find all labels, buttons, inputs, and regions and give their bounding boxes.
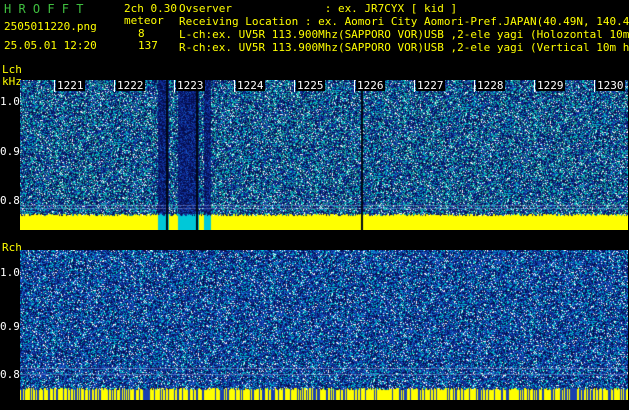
lch-spectrogram-canvas: [20, 80, 628, 230]
time-tick: [594, 80, 595, 92]
lch-info: L-ch:ex. UV5R 113.900Mhz(SAPPORO VOR)USB…: [179, 28, 629, 41]
datetime-label: 25.05.01 12:20: [4, 39, 97, 52]
event-label: meteor: [124, 14, 164, 27]
observer-info: Ovserver : ex. JR7CYX [ kid ]: [179, 2, 458, 15]
time-label: 1225: [296, 80, 325, 92]
filename-label: 2505011220.png: [4, 20, 97, 33]
time-label: 1226: [356, 80, 385, 92]
time-tick: [114, 80, 115, 92]
time-tick: [474, 80, 475, 92]
time-label: 1230: [596, 80, 625, 92]
rch-spectrogram[interactable]: [20, 250, 628, 400]
lch-tick-0-8: 0.8: [0, 194, 20, 207]
time-tick: [174, 80, 175, 92]
time-tick: [294, 80, 295, 92]
lch-tick-1-0: 1.0: [0, 95, 20, 108]
rch-tick-1-0: 1.0: [0, 266, 20, 279]
spectrogram-window: { "header": { "title": "H R O F F T", "m…: [0, 0, 629, 410]
time-tick: [234, 80, 235, 92]
lch-tick-0-9: 0.9: [0, 145, 20, 158]
time-label: 1228: [476, 80, 505, 92]
rch-tick-0-9: 0.9: [0, 320, 20, 333]
time-label: 1227: [416, 80, 445, 92]
time-tick: [414, 80, 415, 92]
time-label: 1229: [536, 80, 565, 92]
app-title: H R O F F T: [4, 2, 84, 16]
time-label: 1224: [236, 80, 265, 92]
rch-info: R-ch:ex. UV5R 113.900Mhz(SAPPORO VOR)USB…: [179, 41, 629, 54]
rch-spectrogram-canvas: [20, 250, 628, 400]
time-label: 1221: [56, 80, 85, 92]
time-label: 1222: [116, 80, 145, 92]
count-rch: 137: [138, 39, 158, 52]
location-info: Receiving Location : ex. Aomori City Aom…: [179, 15, 629, 28]
rch-tick-0-8: 0.8: [0, 368, 20, 381]
rch-label: Rch: [2, 241, 22, 254]
time-tick: [54, 80, 55, 92]
time-tick: [354, 80, 355, 92]
time-tick: [534, 80, 535, 92]
lch-unit: kHz: [2, 75, 22, 88]
lch-spectrogram[interactable]: 1221 1222 1223 1224 1225 1226 1227 1228 1229 1230: [20, 80, 628, 230]
time-label: 1223: [176, 80, 205, 92]
